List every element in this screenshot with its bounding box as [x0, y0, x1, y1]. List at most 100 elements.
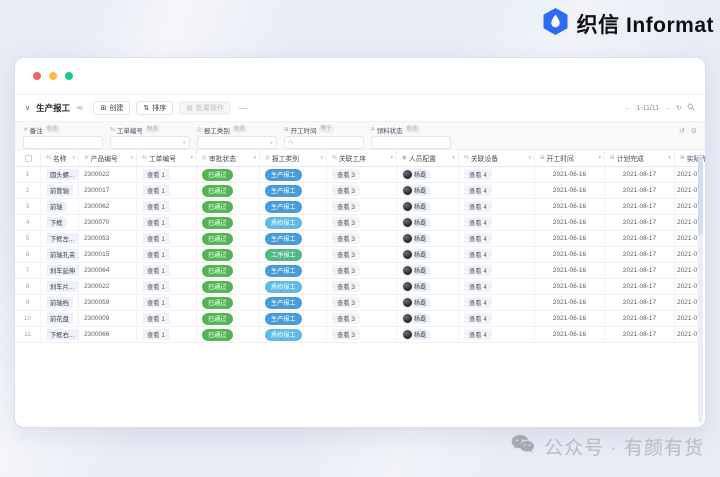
next-page-icon[interactable]: →: [664, 105, 671, 112]
batch-actions-button[interactable]: ▦ 批量操作: [179, 101, 231, 115]
chevron-down-icon[interactable]: ▾: [452, 155, 455, 161]
view-order-button[interactable]: 查看 1: [142, 169, 170, 180]
staff-chip[interactable]: 杨磊: [402, 297, 432, 308]
minimize-window-icon[interactable]: [49, 72, 57, 80]
table-row[interactable]: 9 前轴档 2300059 查看 1 已通过 生产报工 查看 3 杨磊 查看 4 2021-08-…: [15, 295, 705, 311]
column-header-name[interactable]: % 名称 ▾: [41, 150, 79, 166]
table-row[interactable]: 7 刹车延伸 2300064 查看 1 已通过 生产报工 查看 3 杨磊 查看 4 2021-08…: [15, 263, 705, 279]
create-button[interactable]: ⊞ 创建: [93, 101, 131, 115]
table-row[interactable]: 1 圆头螺... 2300022 查看 1 已通过 生产报工 查看 3 杨磊 查看 4 2021-…: [15, 167, 705, 183]
column-header-approval[interactable]: ◎ 审批状态 ▾: [197, 150, 260, 166]
filter-input-工单编号[interactable]: ∨: [110, 136, 190, 149]
filter-operator-tag[interactable]: 包含: [404, 126, 420, 133]
column-header-order_no[interactable]: % 工单编号 ▾: [137, 150, 197, 166]
chevron-down-icon[interactable]: ▾: [320, 155, 323, 161]
view-process-button[interactable]: 查看 3: [332, 265, 360, 276]
view-order-button[interactable]: 查看 1: [142, 249, 170, 260]
table-row[interactable]: 11 下框右... 2300066 查看 1 已通过 质检报工 查看 3 杨磊 查看 4 2021…: [15, 327, 705, 343]
select-all-checkbox[interactable]: [25, 154, 32, 162]
view-process-button[interactable]: 查看 3: [332, 233, 360, 244]
chevron-down-icon[interactable]: ▾: [668, 155, 671, 161]
view-equipment-button[interactable]: 查看 4: [464, 201, 492, 212]
view-order-button[interactable]: 查看 1: [142, 265, 170, 276]
record-name-tag[interactable]: 圆头螺...: [46, 169, 78, 180]
column-header-staff[interactable]: ◉ 人员配置 ▾: [397, 150, 459, 166]
chevron-down-icon[interactable]: ▾: [190, 155, 193, 161]
record-name-tag[interactable]: 刹车片...: [46, 281, 78, 292]
filter-operator-tag[interactable]: 包含: [144, 126, 160, 133]
column-header-plan[interactable]: ⊞ 计划完成 ▾: [605, 150, 675, 166]
record-name-tag[interactable]: 前轴: [46, 201, 67, 212]
view-order-button[interactable]: 查看 1: [142, 233, 170, 244]
view-equipment-button[interactable]: 查看 4: [464, 265, 492, 276]
search-icon[interactable]: [687, 103, 695, 113]
record-name-tag[interactable]: 下框左...: [46, 233, 78, 244]
table-row[interactable]: 3 前轴 2300062 查看 1 已通过 生产报工 查看 3 杨磊 查看 4 2021-08-1…: [15, 199, 705, 215]
record-name-tag[interactable]: 前轴孔夹: [46, 249, 78, 260]
reset-filters-icon[interactable]: ↺: [679, 127, 685, 135]
chevron-down-icon[interactable]: ▾: [253, 155, 256, 161]
view-order-button[interactable]: 查看 1: [142, 217, 170, 228]
staff-chip[interactable]: 杨磊: [402, 169, 432, 180]
view-process-button[interactable]: 查看 3: [332, 201, 360, 212]
view-equipment-button[interactable]: 查看 4: [464, 169, 492, 180]
view-equipment-button[interactable]: 查看 4: [464, 249, 492, 260]
prev-page-icon[interactable]: ←: [624, 105, 631, 112]
sort-button[interactable]: ⇅ 排序: [136, 101, 174, 115]
view-equipment-button[interactable]: 查看 4: [464, 281, 492, 292]
table-row[interactable]: 2 前管轴 2300017 查看 1 已通过 生产报工 查看 3 杨磊 查看 4 2021-08-…: [15, 183, 705, 199]
view-order-button[interactable]: 查看 1: [142, 281, 170, 292]
filter-input-领料状态[interactable]: [371, 136, 451, 149]
vertical-scrollbar[interactable]: [698, 153, 703, 423]
chevron-down-icon[interactable]: ▾: [598, 155, 601, 161]
record-name-tag[interactable]: 下框右...: [46, 329, 78, 340]
filter-operator-tag[interactable]: 包含: [44, 126, 60, 133]
filter-input-开工时间[interactable]: ◷: [284, 136, 364, 149]
view-process-button[interactable]: 查看 3: [332, 249, 360, 260]
view-equipment-button[interactable]: 查看 4: [464, 329, 492, 340]
column-header-process[interactable]: % 关联工序 ▾: [327, 150, 397, 166]
staff-chip[interactable]: 杨磊: [402, 233, 432, 244]
staff-chip[interactable]: 杨磊: [402, 329, 432, 340]
staff-chip[interactable]: 杨磊: [402, 201, 432, 212]
filter-settings-icon[interactable]: ⚙: [691, 127, 697, 135]
view-equipment-button[interactable]: 查看 4: [464, 217, 492, 228]
view-process-button[interactable]: 查看 3: [332, 297, 360, 308]
filter-operator-tag[interactable]: 等于: [318, 126, 334, 133]
column-header-product_no[interactable]: ✳ 产品编号 ▾: [79, 150, 137, 166]
scrollbar-thumb[interactable]: [698, 155, 703, 235]
chevron-down-icon[interactable]: ▾: [528, 155, 531, 161]
close-window-icon[interactable]: [33, 72, 41, 80]
view-order-button[interactable]: 查看 1: [142, 297, 170, 308]
column-header-report_type[interactable]: ◎ 报工类别 ▾: [260, 150, 327, 166]
record-name-tag[interactable]: 下框: [46, 217, 67, 228]
view-order-button[interactable]: 查看 1: [142, 201, 170, 212]
view-equipment-button[interactable]: 查看 4: [464, 313, 492, 324]
share-icon[interactable]: ≪: [76, 104, 83, 112]
view-process-button[interactable]: 查看 3: [332, 281, 360, 292]
table-row[interactable]: 4 下框 2300070 查看 1 已通过 质检报工 查看 3 杨磊 查看 4 2021-08-1…: [15, 215, 705, 231]
staff-chip[interactable]: 杨磊: [402, 281, 432, 292]
view-order-button[interactable]: 查看 1: [142, 329, 170, 340]
chevron-down-icon[interactable]: ▾: [390, 155, 393, 161]
record-name-tag[interactable]: 前花盘: [46, 313, 73, 324]
staff-chip[interactable]: 杨磊: [402, 265, 432, 276]
view-process-button[interactable]: 查看 3: [332, 185, 360, 196]
filter-input-备注[interactable]: [23, 136, 103, 149]
column-header-select[interactable]: [15, 150, 41, 166]
zoom-window-icon[interactable]: [65, 72, 73, 80]
chevron-down-icon[interactable]: ▾: [130, 155, 133, 161]
view-process-button[interactable]: 查看 3: [332, 313, 360, 324]
table-row[interactable]: 10 前花盘 2300009 查看 1 已通过 生产报工 查看 3 杨磊 查看 4 2021-08…: [15, 311, 705, 327]
staff-chip[interactable]: 杨磊: [402, 217, 432, 228]
view-process-button[interactable]: 查看 3: [332, 329, 360, 340]
table-row[interactable]: 6 前轴孔夹 2300015 查看 1 已通过 工序报工 查看 3 杨磊 查看 4 2021-08…: [15, 247, 705, 263]
view-process-button[interactable]: 查看 3: [332, 169, 360, 180]
view-order-button[interactable]: 查看 1: [142, 313, 170, 324]
record-name-tag[interactable]: 刹车延伸: [46, 265, 78, 276]
chevron-down-icon[interactable]: ▾: [72, 155, 75, 161]
filter-operator-tag[interactable]: 包含: [231, 126, 247, 133]
table-row[interactable]: 5 下框左... 2300053 查看 1 已通过 生产报工 查看 3 杨磊 查看 4 2021-…: [15, 231, 705, 247]
collapse-view-icon[interactable]: ∨: [25, 104, 30, 112]
staff-chip[interactable]: 杨磊: [402, 185, 432, 196]
